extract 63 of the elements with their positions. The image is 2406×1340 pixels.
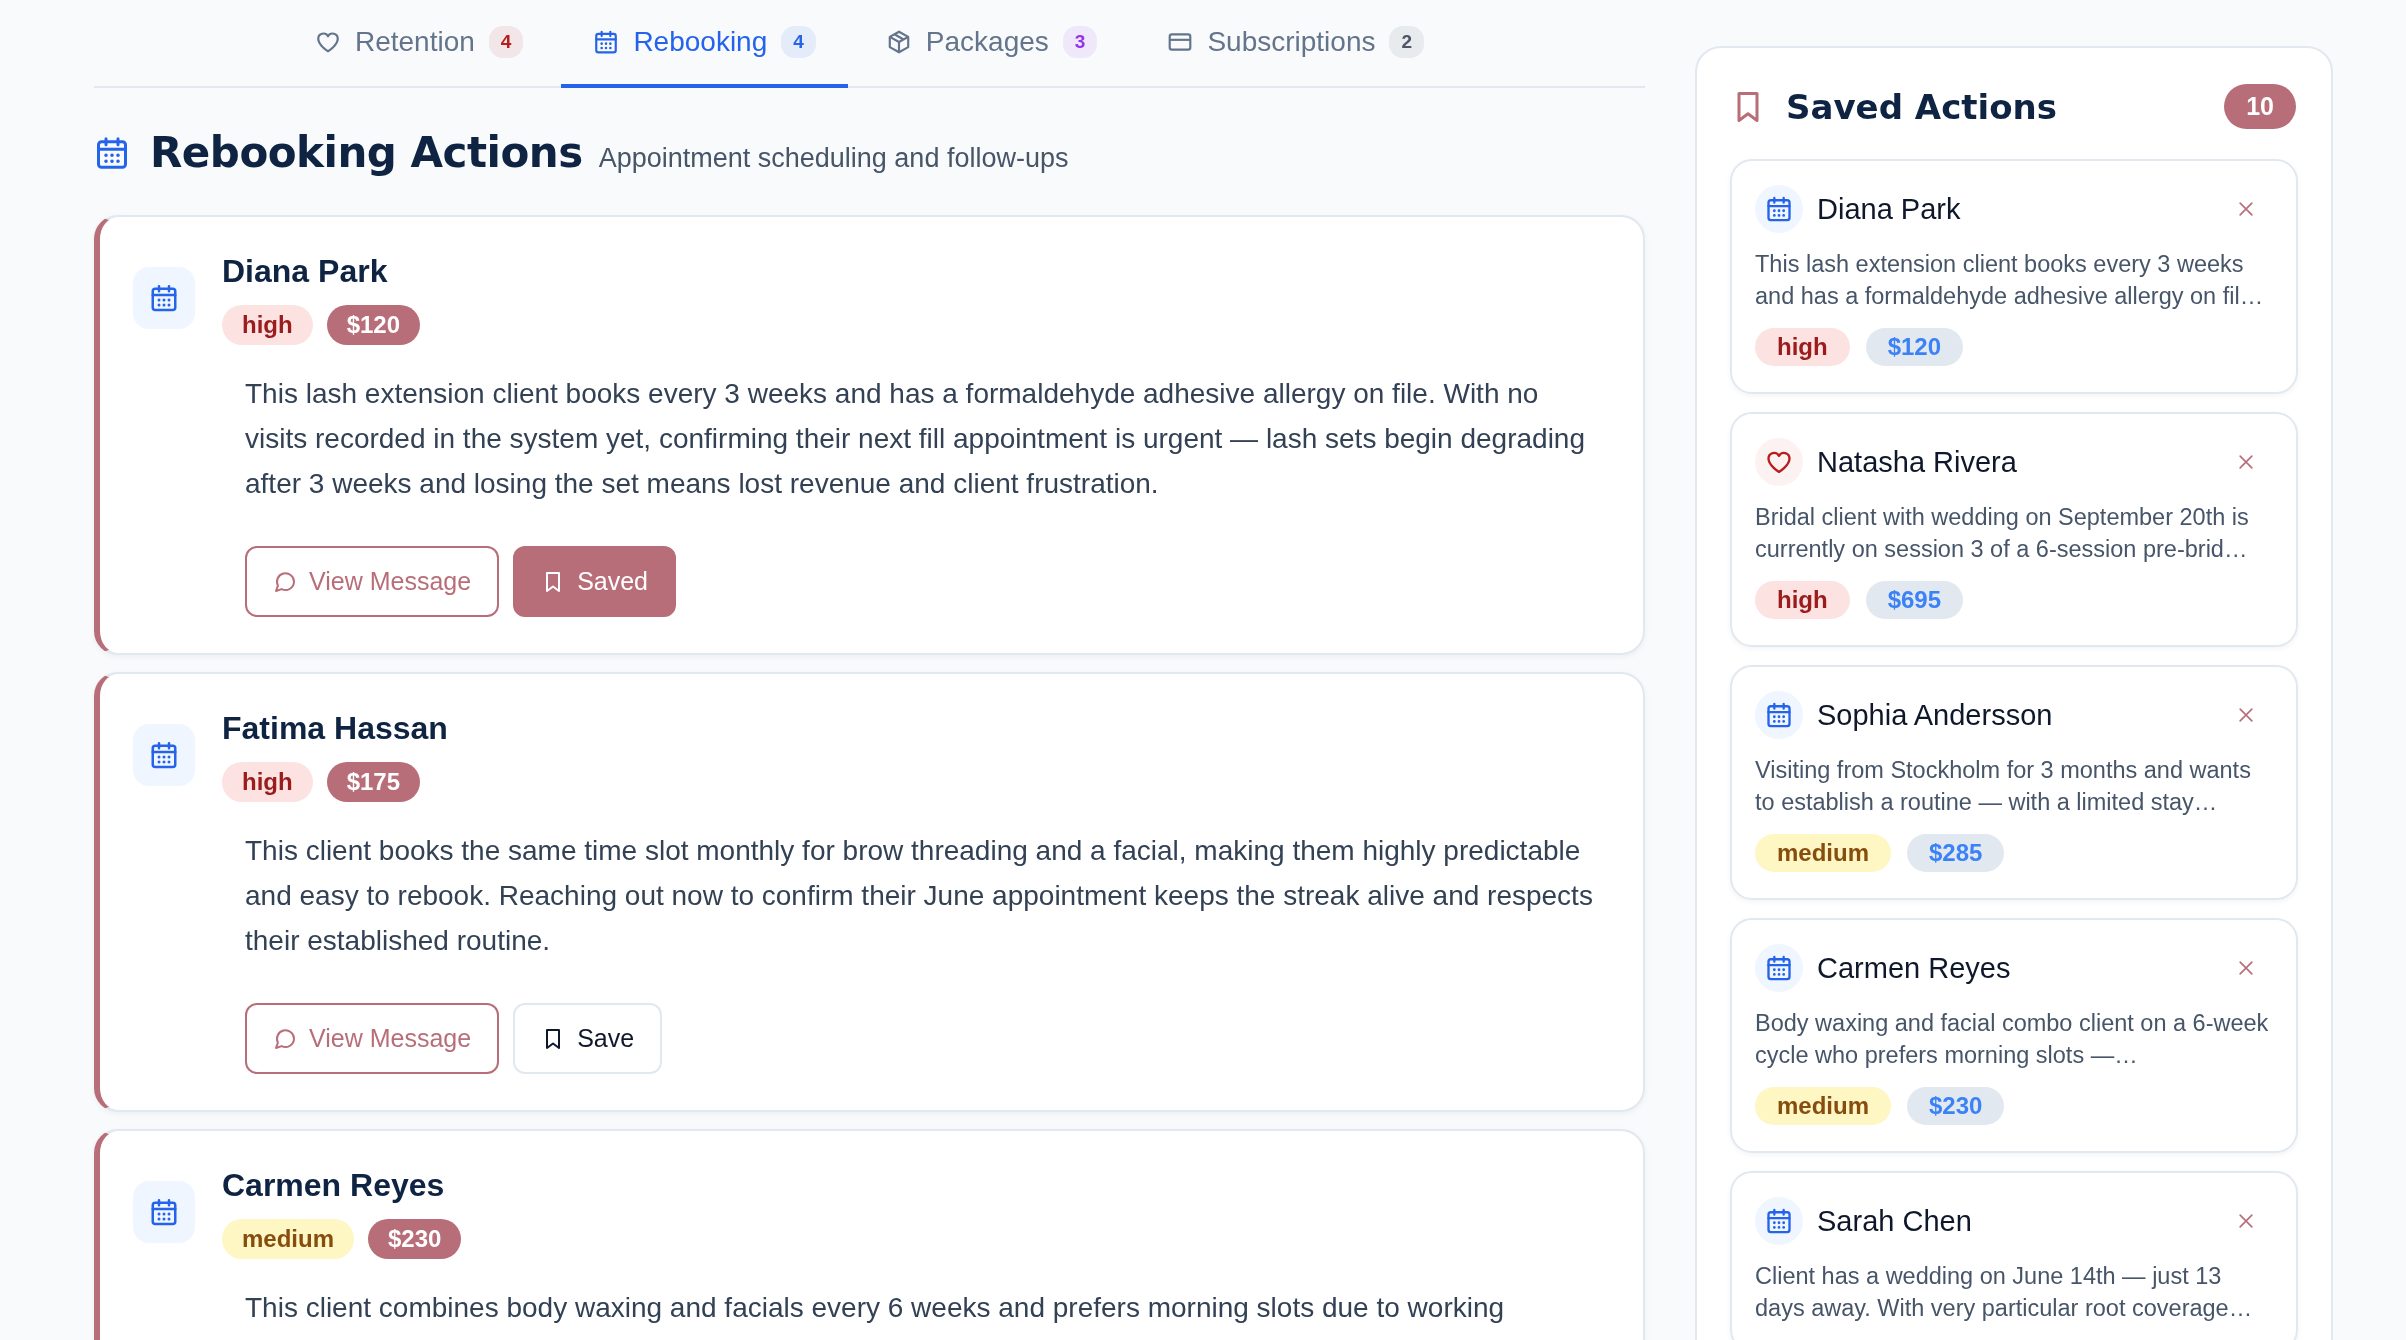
value-badge: $230	[368, 1219, 462, 1259]
priority-badge: high	[222, 305, 313, 345]
value-badge: $695	[1865, 581, 1964, 619]
value-badge: $230	[1907, 1087, 2005, 1125]
client-name: Diana Park	[222, 252, 389, 291]
client-name: Natasha Rivera	[1817, 445, 2018, 479]
client-name: Carmen Reyes	[1817, 951, 2012, 985]
calendar-icon	[1765, 195, 1793, 223]
count-badge: 10	[2224, 84, 2296, 129]
calendar-icon	[149, 283, 179, 313]
chat-bubble-icon	[273, 569, 297, 594]
tab[interactable]: Retention 4	[282, 0, 556, 88]
calendar-icon	[149, 740, 179, 770]
action-description: This lash extension client books every 3 weeks and has a formaldehyde adhesive allergy on fil…	[1755, 250, 2265, 311]
tab[interactable]: Rebooking 4	[561, 0, 848, 88]
count-badge: 4	[488, 26, 524, 58]
priority-badge: high	[1755, 581, 1850, 619]
count-badge: 2	[1389, 26, 1425, 58]
count-badge: 4	[781, 26, 816, 58]
action-description: Visiting from Stockholm for 3 months and wants to establish a routine — with a limited stay…	[1755, 756, 2252, 817]
action-description: Body waxing and facial combo client on a 6-week cycle who prefers morning slots —…	[1755, 1009, 2270, 1070]
close-icon[interactable]	[2236, 199, 2256, 219]
calendar-icon	[1765, 1207, 1793, 1235]
heart-icon	[314, 29, 341, 55]
value-badge: $120	[326, 305, 421, 345]
value-badge: $175	[326, 762, 421, 802]
calendar-icon	[593, 29, 620, 55]
count-badge: 3	[1062, 26, 1098, 58]
section-title: Rebooking Actions	[150, 128, 583, 177]
save-button[interactable]: Save	[513, 1003, 663, 1074]
action-description: This lash extension client books every 3 weeks and has a formaldehyde adhesive allergy on file. With no visits recorded in the system yet, confirming their next fill appointment is urgent — lash sets begin degrading after 3 weeks and losing the set means lost revenue and client frustration.	[245, 377, 1586, 501]
action-description: Client has a wedding on June 14th — just 13 days away. With very particular root coverage…	[1755, 1262, 2254, 1323]
calendar-icon	[149, 1197, 179, 1227]
calendar-icon	[1765, 701, 1793, 729]
panel-title: Saved Actions	[1786, 86, 2058, 127]
value-badge: $285	[1907, 834, 2005, 872]
tab[interactable]: Packages 3	[853, 0, 1130, 88]
close-icon[interactable]	[2236, 958, 2256, 978]
action-description: This client books the same time slot monthly for brow threading and a facial, making them highly predictable and easy to rebook. Reaching out now to confirm their June appointment keeps the streak alive and respects their established routine.	[245, 834, 1594, 958]
client-name: Carmen Reyes	[222, 1166, 446, 1205]
calendar-icon	[94, 134, 130, 171]
value-badge: $120	[1865, 328, 1964, 366]
priority-badge: medium	[1755, 1087, 1891, 1125]
priority-badge: high	[222, 762, 313, 802]
client-name: Fatima Hassan	[222, 709, 449, 748]
tab[interactable]: Subscriptions 2	[1135, 0, 1457, 88]
client-name: Sarah Chen	[1817, 1204, 1973, 1238]
calendar-icon	[1765, 954, 1793, 982]
close-icon[interactable]	[2236, 1211, 2256, 1231]
close-icon[interactable]	[2236, 705, 2256, 725]
client-name: Diana Park	[1817, 192, 1962, 226]
view-message-button[interactable]: View Message	[245, 1003, 500, 1074]
view-message-button[interactable]: View Message	[245, 546, 500, 617]
client-name: Sophia Andersson	[1817, 698, 2054, 732]
close-icon[interactable]	[2236, 452, 2256, 472]
chat-bubble-icon	[273, 1026, 297, 1051]
save-button[interactable]: Saved	[513, 546, 676, 617]
action-description: This client combines body waxing and facials every 6 weeks and prefers morning slots due to working	[245, 1291, 1506, 1325]
priority-badge: medium	[1755, 834, 1891, 872]
section-subtitle: Appointment scheduling and follow-ups	[598, 143, 1069, 174]
action-description: Bridal client with wedding on September 20th is currently on session 3 of a 6-session pre-brid…	[1755, 503, 2250, 564]
priority-badge: medium	[222, 1219, 354, 1259]
priority-badge: high	[1755, 328, 1850, 366]
